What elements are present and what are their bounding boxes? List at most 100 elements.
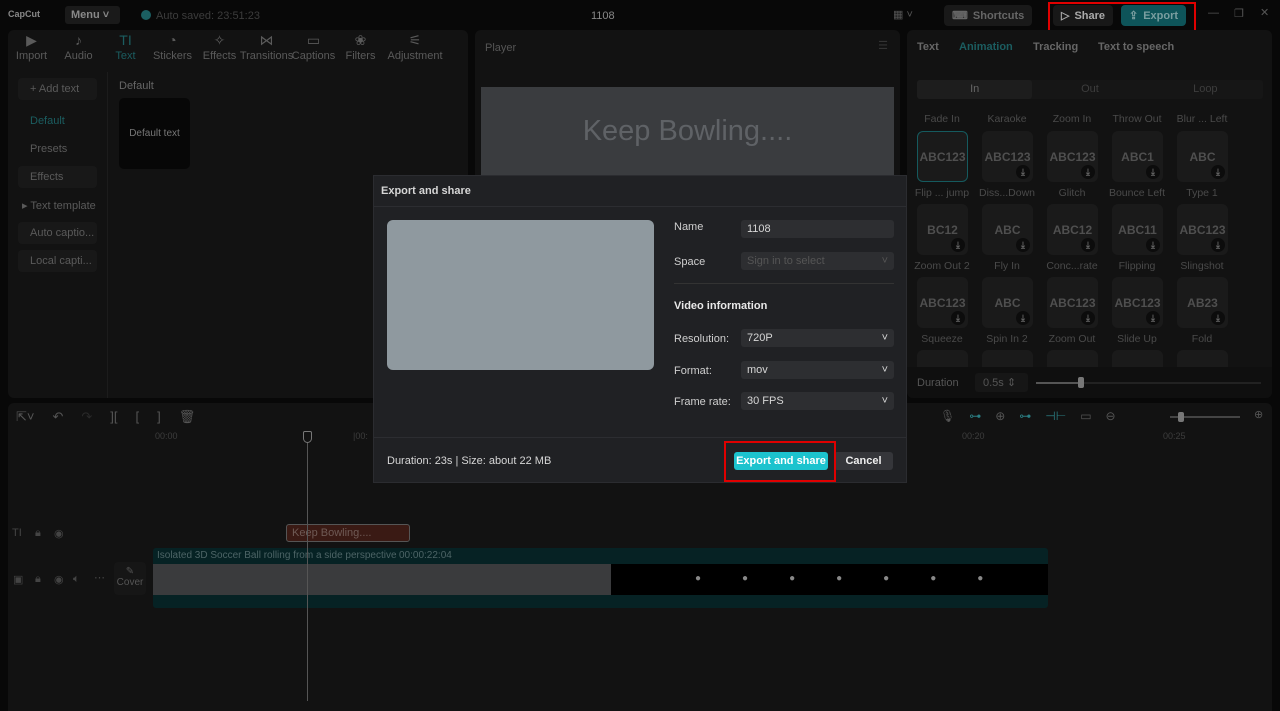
animation-preset[interactable]: ABC123 ⤓ [1047, 277, 1098, 328]
frame-rate-select[interactable]: 30 FPS ˅ [741, 392, 894, 410]
close-button[interactable]: ✕ [1260, 6, 1269, 19]
lock-icon[interactable]: 🔒︎ [35, 573, 41, 586]
playhead-handle[interactable] [303, 431, 312, 443]
animation-preset[interactable]: ABC123 ⤓ [1177, 204, 1228, 255]
space-select[interactable]: Sign in to select ˅ [741, 252, 894, 270]
cancel-button[interactable]: Cancel [834, 452, 893, 470]
duration-slider[interactable] [1036, 377, 1261, 388]
animation-preset[interactable]: ABC1 ⤓ [1112, 131, 1163, 182]
tab-text[interactable]: TI Text [102, 32, 149, 68]
minimize-button[interactable]: — [1208, 7, 1219, 19]
sidebar-item-text-template[interactable]: ▸ Text template [18, 194, 97, 216]
chevron-down-icon: ˅ [881, 364, 888, 376]
shortcuts-button[interactable]: ⌨ Shortcuts [944, 5, 1033, 26]
tab-import[interactable]: ▶ Import [8, 32, 55, 68]
download-icon[interactable]: ⤓ [1146, 238, 1160, 252]
preview-axis-icon[interactable]: ▭ [1080, 409, 1091, 423]
mic-icon[interactable]: 🎙 [940, 409, 955, 423]
animation-preset[interactable]: ABC123 ⤓ [1047, 131, 1098, 182]
format-select[interactable]: mov ˅ [741, 361, 894, 379]
animation-preset[interactable]: ABC ⤓ [1177, 131, 1228, 182]
download-icon[interactable]: ⤓ [1016, 311, 1030, 325]
resolution-select[interactable]: 720P ˅ [741, 329, 894, 347]
zoom-out-icon[interactable]: ⊖ [1106, 409, 1116, 423]
link-icon[interactable]: ⊶ [969, 409, 981, 423]
sidebar-item-presets[interactable]: Presets [18, 138, 97, 160]
tab-audio[interactable]: ♪ Audio [55, 32, 102, 68]
duration-slider-handle[interactable] [1078, 377, 1084, 388]
cover-button[interactable]: ✎ Cover [114, 562, 146, 595]
tab-tracking[interactable]: Tracking [1033, 41, 1098, 53]
tab-stickers[interactable]: ◔ Stickers [149, 32, 196, 68]
align-icon[interactable]: ⊣⊢ [1045, 409, 1066, 423]
tab-captions[interactable]: ▭ Captions [290, 32, 337, 68]
download-icon[interactable]: ⤓ [1081, 238, 1095, 252]
tab-adjustment[interactable]: ⚟ Adjustment [384, 32, 446, 68]
zoom-in-icon[interactable]: ⊕ [1254, 408, 1263, 421]
split-left-icon[interactable]: [ [136, 409, 140, 425]
duration-input[interactable]: 0.5s ⇕ [975, 373, 1028, 392]
undo-icon[interactable]: ↶ [52, 409, 63, 425]
audio-icon[interactable]: 🔈︎ [73, 573, 80, 586]
tab-effects[interactable]: ✧ Effects [196, 32, 243, 68]
subtab-out[interactable]: Out [1032, 80, 1147, 99]
animation-preset[interactable]: ABC11 ⤓ [1112, 204, 1163, 255]
download-icon[interactable]: ⤓ [1081, 311, 1095, 325]
more-icon[interactable]: ⋯ [94, 571, 105, 584]
tab-transitions[interactable]: ⋈ Transitions [240, 32, 293, 68]
export-summary: Duration: 23s | Size: about 22 MB [387, 455, 552, 467]
tab-text-to-speech[interactable]: Text to speech [1098, 41, 1174, 53]
download-icon[interactable]: ⤓ [1211, 311, 1225, 325]
snap-icon[interactable]: ⊕ [995, 409, 1005, 423]
download-icon[interactable]: ⤓ [1211, 165, 1225, 179]
subtab-in[interactable]: In [917, 80, 1033, 99]
default-text-card[interactable]: Default text [119, 98, 190, 169]
redo-icon[interactable]: ↷ [81, 409, 92, 425]
tab-animation[interactable]: Animation [959, 41, 1033, 53]
sidebar-item-auto-captions[interactable]: Auto captio... [18, 222, 97, 244]
select-tool-icon[interactable]: ⇱˅ [16, 409, 34, 425]
lock-icon[interactable]: 🔒︎ [35, 527, 41, 540]
restore-button[interactable]: ❐ [1234, 7, 1244, 20]
download-icon[interactable]: ⤓ [1016, 238, 1030, 252]
download-icon[interactable]: ⤓ [1146, 165, 1160, 179]
download-icon[interactable]: ⤓ [1081, 165, 1095, 179]
animation-preset[interactable]: ABC ⤓ [982, 277, 1033, 328]
sidebar-item-default[interactable]: Default [18, 110, 97, 132]
zoom-slider-handle[interactable] [1178, 412, 1184, 422]
download-icon[interactable]: ⤓ [1146, 311, 1160, 325]
preset-thumbnail-text: ABC [1189, 149, 1216, 164]
animation-preset[interactable]: ABC12 ⤓ [1047, 204, 1098, 255]
eye-icon[interactable]: ◉ [54, 573, 64, 586]
name-input[interactable]: 1108 [741, 220, 894, 238]
animation-preset[interactable]: ABC123 [917, 131, 968, 182]
animation-preset[interactable]: ABC123 ⤓ [982, 131, 1033, 182]
delete-icon[interactable]: 🗑 [179, 409, 196, 425]
animation-preset[interactable]: ABC123 ⤓ [1112, 277, 1163, 328]
animation-preset[interactable]: BC12 ⤓ [917, 204, 968, 255]
eye-icon[interactable]: ◉ [54, 527, 64, 540]
tab-filters[interactable]: ❀ Filters [337, 32, 384, 68]
split-icon[interactable]: ][ [110, 409, 117, 425]
download-icon[interactable]: ⤓ [1211, 238, 1225, 252]
layout-icon[interactable]: ▦ ˅ [893, 8, 913, 21]
zoom-slider[interactable] [1170, 412, 1240, 422]
text-clip[interactable]: Keep Bowling.... [286, 524, 410, 542]
download-icon[interactable]: ⤓ [1016, 165, 1030, 179]
subtab-loop[interactable]: Loop [1148, 80, 1263, 99]
playhead[interactable] [303, 431, 312, 701]
animation-preset[interactable]: ABC123 ⤓ [917, 277, 968, 328]
split-right-icon[interactable]: ] [157, 409, 161, 425]
tab-text-props[interactable]: Text [917, 41, 959, 53]
download-icon[interactable]: ⤓ [951, 311, 965, 325]
download-icon[interactable]: ⤓ [951, 238, 965, 252]
menu-button[interactable]: Menu ˅ [65, 6, 120, 24]
add-text-button[interactable]: + Add text [18, 78, 97, 100]
player-menu-icon[interactable]: ☰ [878, 39, 888, 52]
sidebar-item-local-captions[interactable]: Local capti... [18, 250, 97, 272]
video-clip[interactable]: Isolated 3D Soccer Ball rolling from a s… [153, 548, 1048, 608]
animation-preset[interactable]: AB23 ⤓ [1177, 277, 1228, 328]
magnet-icon[interactable]: ⊶ [1019, 409, 1031, 423]
sidebar-item-effects[interactable]: Effects [18, 166, 97, 188]
animation-preset[interactable]: ABC ⤓ [982, 204, 1033, 255]
